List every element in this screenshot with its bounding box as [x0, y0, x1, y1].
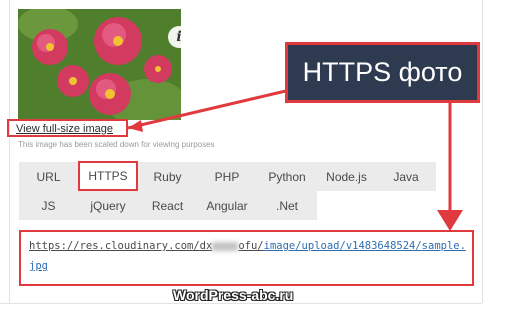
redacted-cloud-name — [212, 241, 239, 251]
site-watermark: WordPress-abc.ru — [173, 287, 294, 303]
tab-https[interactable]: HTTPS — [78, 161, 138, 191]
panel-divider — [482, 0, 483, 303]
https-callout: HTTPS фото — [285, 42, 480, 103]
tab-nodejs[interactable]: Node.js — [317, 162, 376, 191]
view-full-size-link[interactable]: View full-size image — [16, 123, 113, 135]
tab-react[interactable]: React — [138, 191, 197, 220]
scaled-note: This image has been scaled down for view… — [18, 140, 215, 149]
flower-illustration — [18, 9, 181, 120]
url-path-upload[interactable]: image/upload/ — [264, 240, 346, 252]
tab-js[interactable]: JS — [19, 191, 78, 220]
url-code-box[interactable]: https://res.cloudinary.com/dx ofu/image/u… — [19, 230, 474, 286]
tab-url[interactable]: URL — [19, 162, 78, 191]
tab-jquery[interactable]: jQuery — [78, 191, 138, 220]
arrow-head-down — [437, 210, 463, 231]
arrow-head-left — [128, 120, 143, 132]
panel-left-edge — [9, 0, 10, 303]
tab-php[interactable]: PHP — [197, 162, 257, 191]
url-text[interactable]: https://res.cloudinary.com/dx ofu/image/u… — [29, 236, 469, 276]
tab-ruby[interactable]: Ruby — [138, 162, 197, 191]
tab-java[interactable]: Java — [376, 162, 436, 191]
url-cloud-tail: ofu/ — [238, 240, 264, 252]
panel-bottom-edge — [0, 303, 482, 304]
url-version[interactable]: v1483648524/ — [346, 240, 422, 252]
code-snippet-widget: i View full-size image This image has be… — [0, 0, 509, 313]
tab-angular[interactable]: Angular — [197, 191, 257, 220]
tab-python[interactable]: Python — [257, 162, 317, 191]
sample-photo[interactable]: i — [18, 9, 181, 120]
url-prefix: https://res.cloudinary.com/dx — [29, 240, 213, 252]
tab-dotnet[interactable]: .Net — [257, 191, 317, 220]
